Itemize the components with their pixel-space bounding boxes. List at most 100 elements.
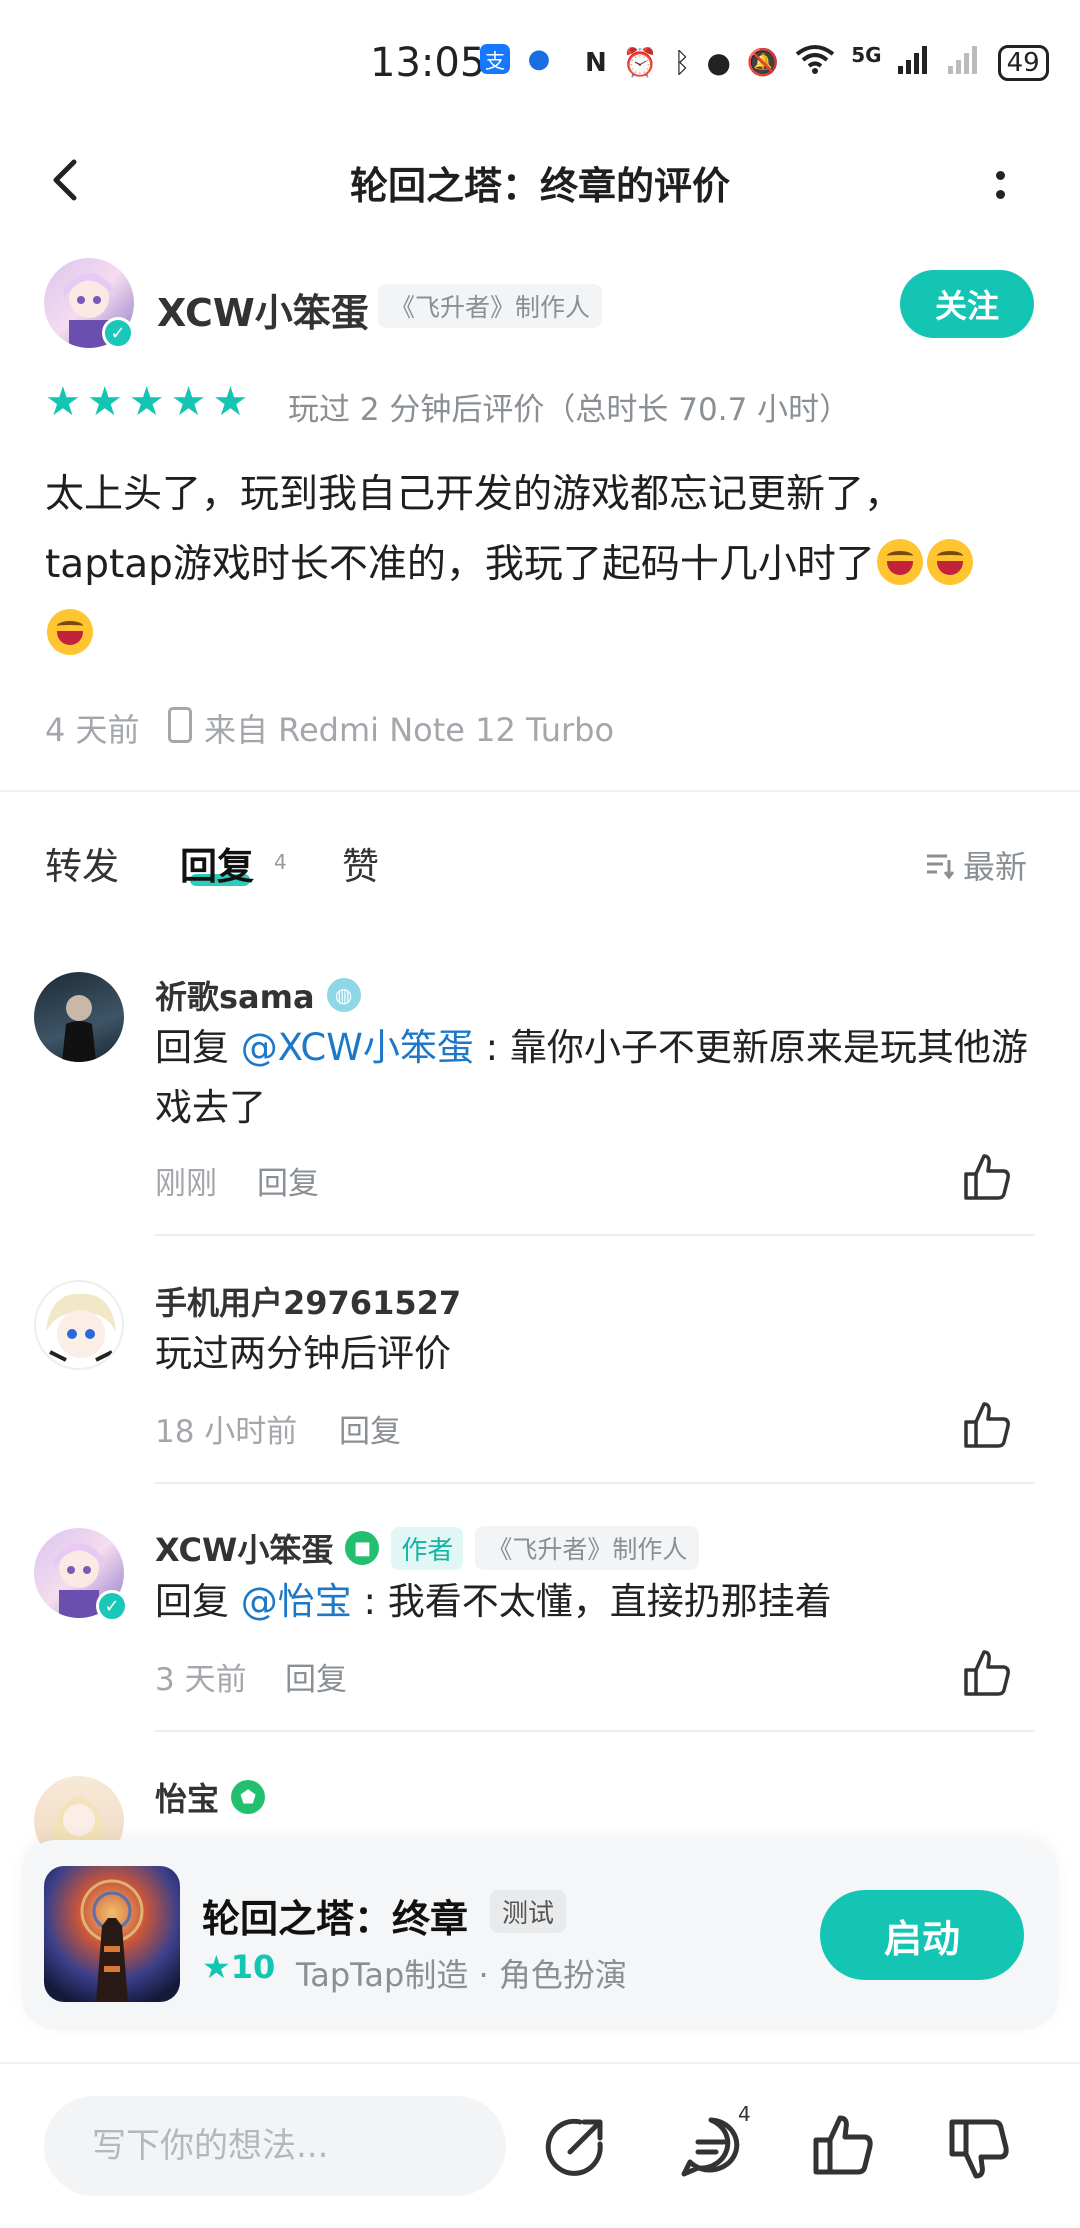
comment-button[interactable] (676, 2112, 746, 2182)
comment-time: 18 小时前 (155, 1414, 298, 1450)
star-icon: ★ (202, 1948, 231, 1986)
follow-button[interactable]: 关注 (900, 270, 1034, 338)
reply-prefix: 回复 (155, 1580, 241, 1623)
author-badge: 作者 (391, 1526, 464, 1570)
phone-icon (168, 707, 192, 743)
tab-like[interactable]: 赞 (342, 836, 379, 890)
battery-indicator: 49 (997, 44, 1049, 81)
review-time: 4 天前 (45, 711, 140, 749)
signal-bars-icon (897, 44, 932, 81)
alipay-icon: 支 (480, 44, 510, 74)
comment-text: 玩过两分钟后评价 (155, 1332, 451, 1375)
game-icon[interactable] (44, 1866, 180, 2002)
author-tag: 《飞升者》制作人 (378, 284, 603, 328)
comment-reply-button[interactable]: 回复 (339, 1406, 401, 1451)
nfc-icon: N (585, 47, 607, 78)
rating-stars: ★ ★ ★ ★ ★ (45, 380, 248, 424)
comment-bubble-icon (681, 2117, 740, 2177)
comment-count-badge: 4 (738, 2102, 751, 2126)
comment-avatar[interactable] (34, 1280, 124, 1370)
star-icon: ★ (170, 379, 207, 425)
like-button[interactable] (960, 1150, 1014, 1204)
gamepad-badge-icon: ■ (345, 1531, 380, 1565)
comment-text: 回复 @XCW小笨蛋 : 靠你小子不更新原来是玩其他游戏去了 (155, 1018, 1045, 1138)
wifi-icon (795, 44, 835, 81)
like-button[interactable] (960, 1398, 1014, 1452)
sort-icon (927, 854, 955, 880)
comment-time: 刚刚 (155, 1166, 217, 1202)
thumbs-up-icon (964, 1402, 1010, 1448)
reply-prefix: 回复 (155, 1026, 241, 1069)
tab-reply[interactable]: 回复 (180, 836, 254, 890)
game-rating: ★10 (202, 1948, 275, 1986)
game-developer: TapTap制造 · 角色扮演 (296, 1956, 627, 1994)
comment-divider (155, 1730, 1035, 1732)
grin-emoji-icon (926, 539, 973, 585)
review-body: 太上头了，玩到我自己开发的游戏都忘记更新了， taptap游戏时长不准的，我玩了… (45, 460, 1045, 670)
level-badge-icon: ⬟ (231, 1780, 266, 1814)
comment-text: 回复 @怡宝 : 我看不太懂，直接扔那挂着 (155, 1572, 1045, 1632)
share-icon (545, 2118, 603, 2176)
review-device: 来自 Redmi Note 12 Turbo (204, 711, 615, 749)
globe-badge-icon: ◍ (326, 978, 361, 1012)
comment-author[interactable]: XCW小笨蛋 (155, 1525, 333, 1571)
status-bar: 13:05 支 ● N ⏰ ᛒ ● 🔕 5G 49 (0, 0, 1080, 125)
alarm-icon: ⏰ (622, 46, 658, 79)
page-title: 轮回之塔：终章的评价 (349, 164, 730, 208)
author-name[interactable]: XCW小笨蛋 (157, 282, 369, 337)
comment-input[interactable] (44, 2096, 506, 2196)
comment-author[interactable]: 祈歌sama (155, 972, 315, 1018)
star-icon: ★ (45, 379, 81, 425)
bottom-divider (0, 2062, 1080, 2064)
game-name[interactable]: 轮回之塔：终章 (202, 1888, 468, 1943)
thumbs-up-icon (964, 1154, 1010, 1200)
bluetooth-icon: ᛒ (673, 46, 691, 79)
review-line-2: taptap游戏时长不准的，我玩了起码十几小时了 (45, 530, 1045, 600)
mention-link[interactable]: @怡宝 (241, 1580, 352, 1623)
like-button[interactable] (960, 1646, 1014, 1700)
star-icon: ★ (128, 379, 165, 425)
star-icon: ★ (86, 379, 123, 425)
verified-check-icon: ✓ (102, 317, 134, 349)
dislike-review-button[interactable] (944, 2114, 1014, 2184)
sort-button[interactable]: 最新 (925, 842, 1027, 888)
review-line: 太上头了，玩到我自己开发的游戏都忘记更新了， (45, 472, 904, 517)
signal-bars-2-icon (947, 44, 982, 81)
reply-count: 4 (274, 850, 287, 874)
dot-icon (995, 171, 1005, 180)
grin-emoji-icon (47, 609, 93, 655)
browser-icon: ● (524, 44, 554, 74)
comment-reply-button[interactable]: 回复 (285, 1654, 347, 1699)
game-status-tag: 测试 (490, 1890, 567, 1933)
comment-header: 怡宝 ⬟ (155, 1774, 266, 1820)
thumbs-up-icon (964, 1650, 1010, 1696)
tab-forward[interactable]: 转发 (45, 836, 119, 890)
sort-label: 最新 (963, 848, 1028, 886)
mute-icon: 🔕 (746, 47, 780, 78)
mention-link[interactable]: @XCW小笨蛋 (241, 1026, 474, 1069)
thumbs-up-icon (813, 2115, 873, 2175)
comment-author[interactable]: 怡宝 (155, 1774, 219, 1820)
share-button[interactable] (540, 2112, 610, 2182)
comment-body: : 我看不太懂，直接扔那挂着 (351, 1580, 832, 1623)
comment-time: 3 天前 (155, 1662, 247, 1698)
comment-reply-button[interactable]: 回复 (257, 1158, 319, 1203)
comment-header: XCW小笨蛋 ■ 作者 《飞升者》制作人 (155, 1525, 700, 1571)
comment-divider (155, 1482, 1035, 1484)
review-line-text: taptap游戏时长不准的，我玩了起码十几小时了 (45, 542, 875, 587)
comment-input-wrapper[interactable] (44, 2096, 506, 2196)
like-review-button[interactable] (808, 2110, 878, 2180)
grin-emoji-icon (876, 539, 923, 585)
comment-avatar[interactable] (34, 972, 124, 1062)
star-icon: ★ (212, 379, 249, 425)
game-rating-value: 10 (230, 1948, 276, 1986)
comment-divider (155, 1234, 1035, 1236)
launch-button[interactable]: 启动 (820, 1890, 1024, 1980)
system-icons: N ⏰ ᛒ ● 🔕 5G 49 (585, 43, 1049, 81)
section-divider (0, 790, 1080, 792)
thumbs-down-icon (949, 2119, 1009, 2179)
more-options-button[interactable] (980, 160, 1020, 210)
comment-author[interactable]: 手机用户29761527 (155, 1278, 461, 1324)
playtime-text: 玩过 2 分钟后评价（总时长 70.7 小时） (288, 392, 851, 428)
author-tag: 《飞升者》制作人 (475, 1526, 700, 1570)
